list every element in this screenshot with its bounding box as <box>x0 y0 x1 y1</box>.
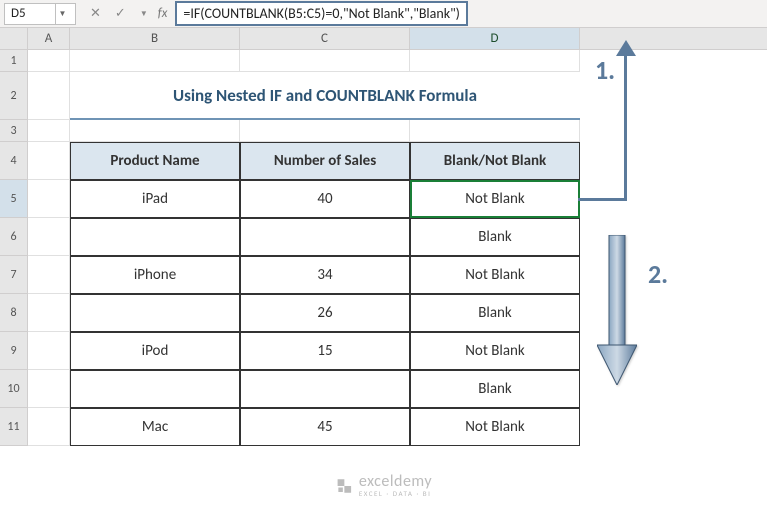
row-header-5[interactable]: 5 <box>0 180 28 218</box>
row-header-2[interactable]: 2 <box>0 72 28 120</box>
row-header-11[interactable]: 11 <box>0 408 28 446</box>
cell-B11[interactable]: Mac <box>70 408 240 446</box>
cell-D7[interactable]: Not Blank <box>410 256 580 294</box>
watermark-main: exceldemy <box>359 474 432 490</box>
cell-C8[interactable]: 26 <box>240 294 410 332</box>
cell-D5[interactable]: Not Blank <box>410 180 580 218</box>
row-headers: 1 2 3 4 5 6 7 8 9 10 11 <box>0 50 28 446</box>
col-header-A[interactable]: A <box>28 28 70 49</box>
cell-D10[interactable]: Blank <box>410 370 580 408</box>
cell-D3[interactable] <box>410 120 580 142</box>
cancel-icon[interactable]: ✕ <box>90 6 101 21</box>
cell-B5[interactable]: iPad <box>70 180 240 218</box>
cell-A10[interactable] <box>28 370 70 408</box>
cell-D8[interactable]: Blank <box>410 294 580 332</box>
cell-C6[interactable] <box>240 218 410 256</box>
header-product[interactable]: Product Name <box>70 142 240 180</box>
cell-D11[interactable]: Not Blank <box>410 408 580 446</box>
cell-A6[interactable] <box>28 218 70 256</box>
cell-C9[interactable]: 15 <box>240 332 410 370</box>
formula-bar: D5 ▼ ✕ ✓ ▼ fx =IF(COUNTBLANK(B5:C5)=0,"N… <box>0 0 767 28</box>
annotation-connector-horizontal <box>578 198 626 201</box>
watermark: exceldemy EXCEL · DATA · BI <box>335 474 432 497</box>
watermark-sub: EXCEL · DATA · BI <box>359 490 432 497</box>
annotation-arrow-down-icon <box>597 235 637 390</box>
cell-B6[interactable] <box>70 218 240 256</box>
row-header-4[interactable]: 4 <box>0 142 28 180</box>
cell-B9[interactable]: iPod <box>70 332 240 370</box>
cells-area: Using Nested IF and COUNTBLANK Formula P… <box>28 50 580 446</box>
spreadsheet: A B C D 1 2 3 4 5 6 7 8 9 10 11 <box>0 28 767 446</box>
cell-B10[interactable] <box>70 370 240 408</box>
name-box-value: D5 <box>11 6 26 21</box>
row-header-10[interactable]: 10 <box>0 370 28 408</box>
cell-B1[interactable] <box>70 50 240 72</box>
cell-C10[interactable] <box>240 370 410 408</box>
cell-B8[interactable] <box>70 294 240 332</box>
col-header-C[interactable]: C <box>240 28 410 49</box>
watermark-logo-icon <box>335 477 353 495</box>
annotation-step-1: 1. <box>595 54 615 86</box>
formula-text: =IF(COUNTBLANK(B5:C5)=0,"Not Blank","Bla… <box>175 1 468 26</box>
cell-C5[interactable]: 40 <box>240 180 410 218</box>
cell-C11[interactable]: 45 <box>240 408 410 446</box>
title-cell[interactable]: Using Nested IF and COUNTBLANK Formula <box>70 72 580 120</box>
row-header-1[interactable]: 1 <box>0 50 28 72</box>
page-title: Using Nested IF and COUNTBLANK Formula <box>70 72 580 120</box>
row-header-3[interactable]: 3 <box>0 120 28 142</box>
cell-D1[interactable] <box>410 50 580 72</box>
col-header-B[interactable]: B <box>70 28 240 49</box>
dropdown-icon[interactable]: ▼ <box>140 9 148 19</box>
cell-B7[interactable]: iPhone <box>70 256 240 294</box>
row-header-6[interactable]: 6 <box>0 218 28 256</box>
watermark-text: exceldemy EXCEL · DATA · BI <box>359 474 432 497</box>
cell-A11[interactable] <box>28 408 70 446</box>
fx-icon[interactable]: fx <box>158 6 176 21</box>
cell-A2[interactable] <box>28 72 70 120</box>
cell-C3[interactable] <box>240 120 410 142</box>
cell-D6[interactable]: Blank <box>410 218 580 256</box>
name-box[interactable]: D5 ▼ <box>4 3 76 25</box>
cell-A8[interactable] <box>28 294 70 332</box>
cell-A4[interactable] <box>28 142 70 180</box>
header-blank[interactable]: Blank/Not Blank <box>410 142 580 180</box>
formula-input[interactable]: =IF(COUNTBLANK(B5:C5)=0,"Not Blank","Bla… <box>175 3 767 25</box>
name-box-chevron-icon[interactable]: ▼ <box>55 3 69 25</box>
column-headers: A B C D <box>0 28 767 50</box>
cell-A5[interactable] <box>28 180 70 218</box>
cell-A3[interactable] <box>28 120 70 142</box>
row-header-9[interactable]: 9 <box>0 332 28 370</box>
cell-A1[interactable] <box>28 50 70 72</box>
enter-icon[interactable]: ✓ <box>115 6 126 21</box>
cell-B3[interactable] <box>70 120 240 142</box>
row-header-7[interactable]: 7 <box>0 256 28 294</box>
annotation-connector-vertical <box>624 50 627 201</box>
cell-D9[interactable]: Not Blank <box>410 332 580 370</box>
annotation-arrow-up-icon <box>616 40 636 61</box>
header-sales[interactable]: Number of Sales <box>240 142 410 180</box>
row-header-8[interactable]: 8 <box>0 294 28 332</box>
cell-A9[interactable] <box>28 332 70 370</box>
cell-C1[interactable] <box>240 50 410 72</box>
formula-bar-icons: ✕ ✓ ▼ <box>80 6 158 21</box>
col-header-D[interactable]: D <box>410 28 580 49</box>
cell-C7[interactable]: 34 <box>240 256 410 294</box>
select-all-corner[interactable] <box>0 28 28 49</box>
annotation-step-2: 2. <box>648 258 668 290</box>
cell-A7[interactable] <box>28 256 70 294</box>
